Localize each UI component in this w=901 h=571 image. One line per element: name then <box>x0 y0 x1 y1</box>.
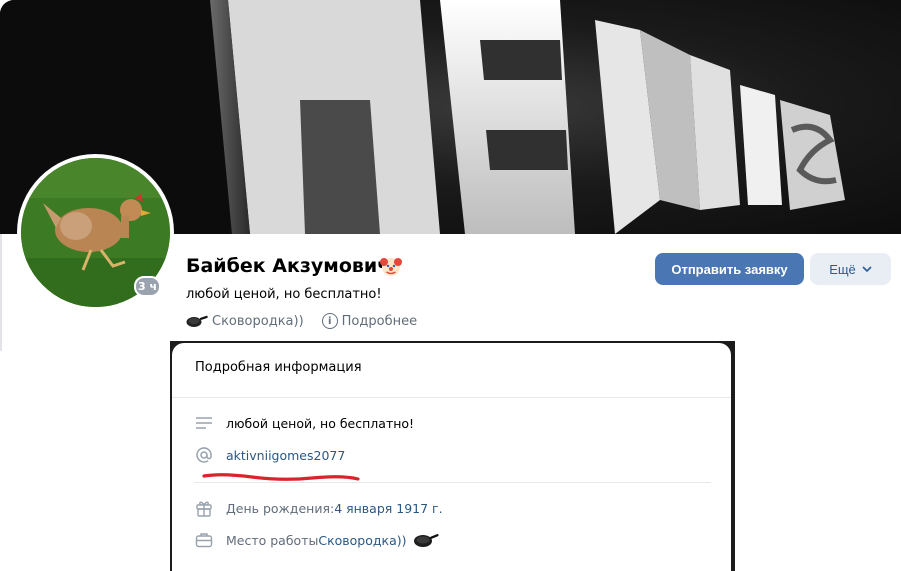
gift-icon <box>194 498 214 518</box>
profile-name: Байбек Акзумович <box>186 255 391 277</box>
work-link[interactable]: Сковородка)) <box>318 533 406 548</box>
birthday-row: День рождения: 4 января 1917 г. <box>194 498 443 518</box>
nickname-row: aktivniigomes2077 <box>194 445 345 465</box>
work-label: Место работы <box>226 532 319 548</box>
send-request-button[interactable]: Отправить заявку <box>655 253 804 285</box>
about-text: любой ценой, но бесплатно! <box>226 415 415 431</box>
birthday-label: День рождения: <box>226 500 335 516</box>
nickname-link[interactable]: aktivniigomes2077 <box>226 448 345 463</box>
frying-pan-icon <box>413 534 439 547</box>
online-status-badge: 3 ч <box>134 276 161 297</box>
at-sign-icon <box>194 445 214 465</box>
profile-quick-info: Сковородка)) i Подробнее <box>186 311 417 331</box>
divider <box>172 397 731 398</box>
quick-work-link[interactable]: Сковородка)) <box>212 314 304 329</box>
work-row: Место работы Сковородка)) <box>194 530 439 550</box>
about-row: любой ценой, но бесплатно! <box>194 413 414 433</box>
more-details-link[interactable]: Подробнее <box>342 314 417 329</box>
modal-title: Подробная информация <box>195 360 362 375</box>
briefcase-icon <box>194 530 214 550</box>
more-button-label: Ещё <box>829 261 856 277</box>
profile-status: любой ценой, но бесплатно! <box>186 287 382 302</box>
info-icon[interactable]: i <box>321 313 338 329</box>
card-border <box>0 234 2 351</box>
clown-face-icon <box>380 258 402 276</box>
more-button[interactable]: Ещё <box>810 253 891 285</box>
text-lines-icon <box>194 413 214 433</box>
chevron-down-icon <box>862 266 872 272</box>
divider <box>194 482 711 483</box>
birthday-link[interactable]: 4 января 1917 г. <box>334 501 442 516</box>
frying-pan-icon <box>186 315 208 327</box>
